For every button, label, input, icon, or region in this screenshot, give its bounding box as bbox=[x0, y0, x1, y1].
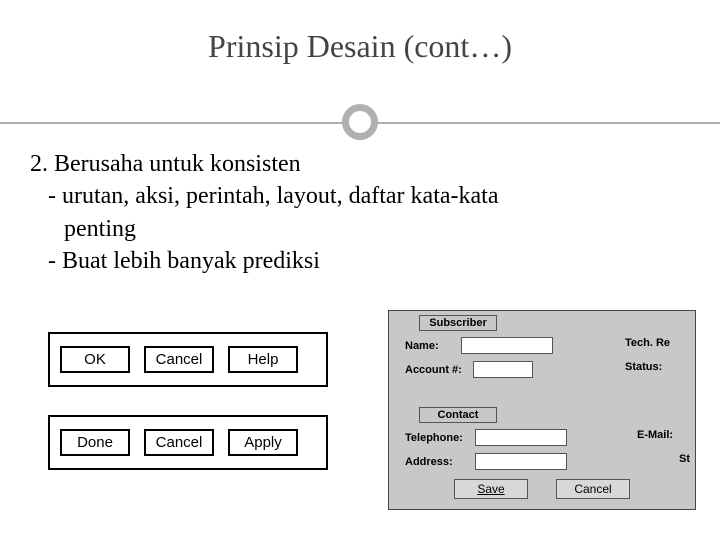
button-set-2: Done Cancel Apply bbox=[48, 415, 328, 470]
address-label: Address: bbox=[405, 456, 475, 468]
bullet-sub1b: penting bbox=[30, 213, 690, 245]
bullet-sub2: - Buat lebih banyak prediksi bbox=[30, 245, 690, 277]
contact-section-label: Contact bbox=[419, 407, 497, 423]
save-button[interactable]: Save bbox=[454, 479, 528, 499]
telephone-label: Telephone: bbox=[405, 432, 475, 444]
status-label: Status: bbox=[625, 361, 662, 373]
account-label: Account #: bbox=[405, 364, 473, 376]
apply-button[interactable]: Apply bbox=[228, 429, 298, 456]
cancel-button[interactable]: Cancel bbox=[144, 346, 214, 373]
cancel-button-2[interactable]: Cancel bbox=[144, 429, 214, 456]
done-button[interactable]: Done bbox=[60, 429, 130, 456]
email-label: E-Mail: bbox=[637, 429, 673, 441]
name-field[interactable] bbox=[461, 337, 553, 354]
button-set-1: OK Cancel Help bbox=[48, 332, 328, 387]
page-title: Prinsip Desain (cont…) bbox=[208, 28, 512, 65]
help-button[interactable]: Help bbox=[228, 346, 298, 373]
address-field[interactable] bbox=[475, 453, 567, 470]
account-field[interactable] bbox=[473, 361, 533, 378]
telephone-field[interactable] bbox=[475, 429, 567, 446]
subscriber-section-label: Subscriber bbox=[419, 315, 497, 331]
bullet-sub1a: - urutan, aksi, perintah, layout, daftar… bbox=[30, 180, 690, 212]
dialog-cancel-button[interactable]: Cancel bbox=[556, 479, 630, 499]
tech-label: Tech. Re bbox=[625, 337, 670, 349]
subscriber-dialog: Subscriber Name: Account #: Tech. Re Sta… bbox=[388, 310, 696, 510]
name-label: Name: bbox=[405, 340, 461, 352]
st-label: St bbox=[679, 453, 690, 465]
ok-button[interactable]: OK bbox=[60, 346, 130, 373]
bullet-heading: 2. Berusaha untuk konsisten bbox=[30, 148, 690, 180]
body-text: 2. Berusaha untuk konsisten - urutan, ak… bbox=[30, 148, 690, 278]
divider-circle-icon bbox=[342, 104, 378, 140]
